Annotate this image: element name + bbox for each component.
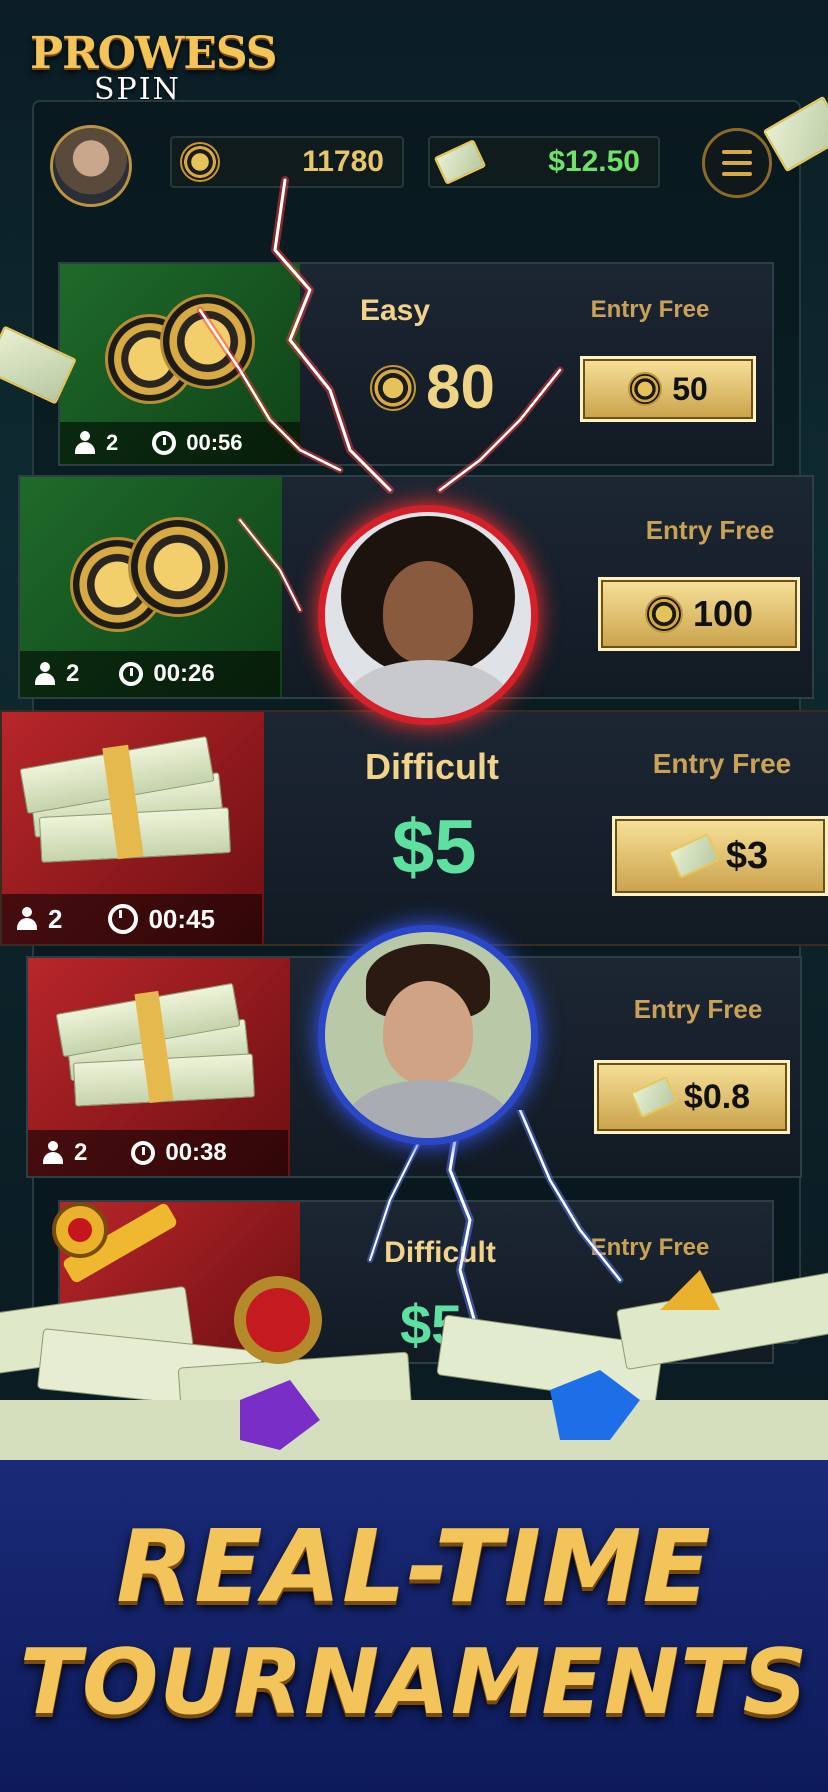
- app-logo: PROWESS SPIN: [30, 28, 278, 108]
- difficulty-label: Difficult: [365, 746, 499, 787]
- players-count: 2: [74, 1139, 88, 1166]
- timer-icon: [108, 904, 139, 934]
- timer-value: 00:38: [165, 1139, 227, 1166]
- tournament-card-difficult[interactable]: 2 00:45 Difficult $5 Entry Free $3: [0, 710, 828, 946]
- entry-label: Entry Free: [652, 748, 792, 779]
- coin-icon: [628, 372, 663, 406]
- entry-fee-value: $3: [725, 834, 769, 877]
- opponent-avatar-man: [318, 925, 538, 1145]
- cash-icon: [667, 833, 721, 879]
- prize: $5: [392, 804, 477, 891]
- card-stats: 2 00:45: [2, 894, 262, 944]
- entry-fee-value: $0.8: [683, 1077, 751, 1116]
- opponent-avatar-woman: [318, 505, 538, 725]
- players-count: 2: [48, 903, 63, 934]
- cash-stack-icon: [55, 982, 258, 1108]
- hamburger-menu-icon: [722, 150, 752, 154]
- players-icon: [74, 431, 96, 455]
- timer-value: 00:45: [148, 903, 215, 934]
- players-icon: [34, 662, 56, 686]
- coin-icon: [644, 595, 683, 633]
- player-avatar[interactable]: [50, 125, 132, 207]
- cash-stack-icon: [19, 735, 232, 863]
- players-icon: [42, 1141, 64, 1165]
- entry-fee-button[interactable]: $3: [612, 816, 828, 896]
- entry-label: Entry Free: [645, 515, 775, 545]
- entry-fee-button[interactable]: 100: [598, 577, 800, 651]
- entry-label: Entry Free: [633, 994, 763, 1024]
- timer-icon: [152, 431, 177, 455]
- menu-button[interactable]: [702, 128, 772, 198]
- treasure-pile-decoration: [0, 1202, 828, 1470]
- prize-value: $5: [392, 805, 477, 890]
- players-count: 2: [66, 660, 80, 687]
- banner-line-2: TOURNAMENTS: [19, 1630, 809, 1735]
- entry-fee-value: 100: [692, 593, 754, 634]
- entry-fee-value: 50: [672, 370, 708, 407]
- players-count: 2: [106, 430, 119, 455]
- entry-fee-button[interactable]: 50: [580, 356, 756, 422]
- banner-line-1: REAL-TIME: [116, 1508, 712, 1625]
- players-icon: [16, 907, 38, 931]
- promo-banner: REAL-TIME TOURNAMENTS: [0, 1460, 828, 1792]
- timer-icon: [131, 1141, 156, 1165]
- timer-icon: [119, 662, 144, 686]
